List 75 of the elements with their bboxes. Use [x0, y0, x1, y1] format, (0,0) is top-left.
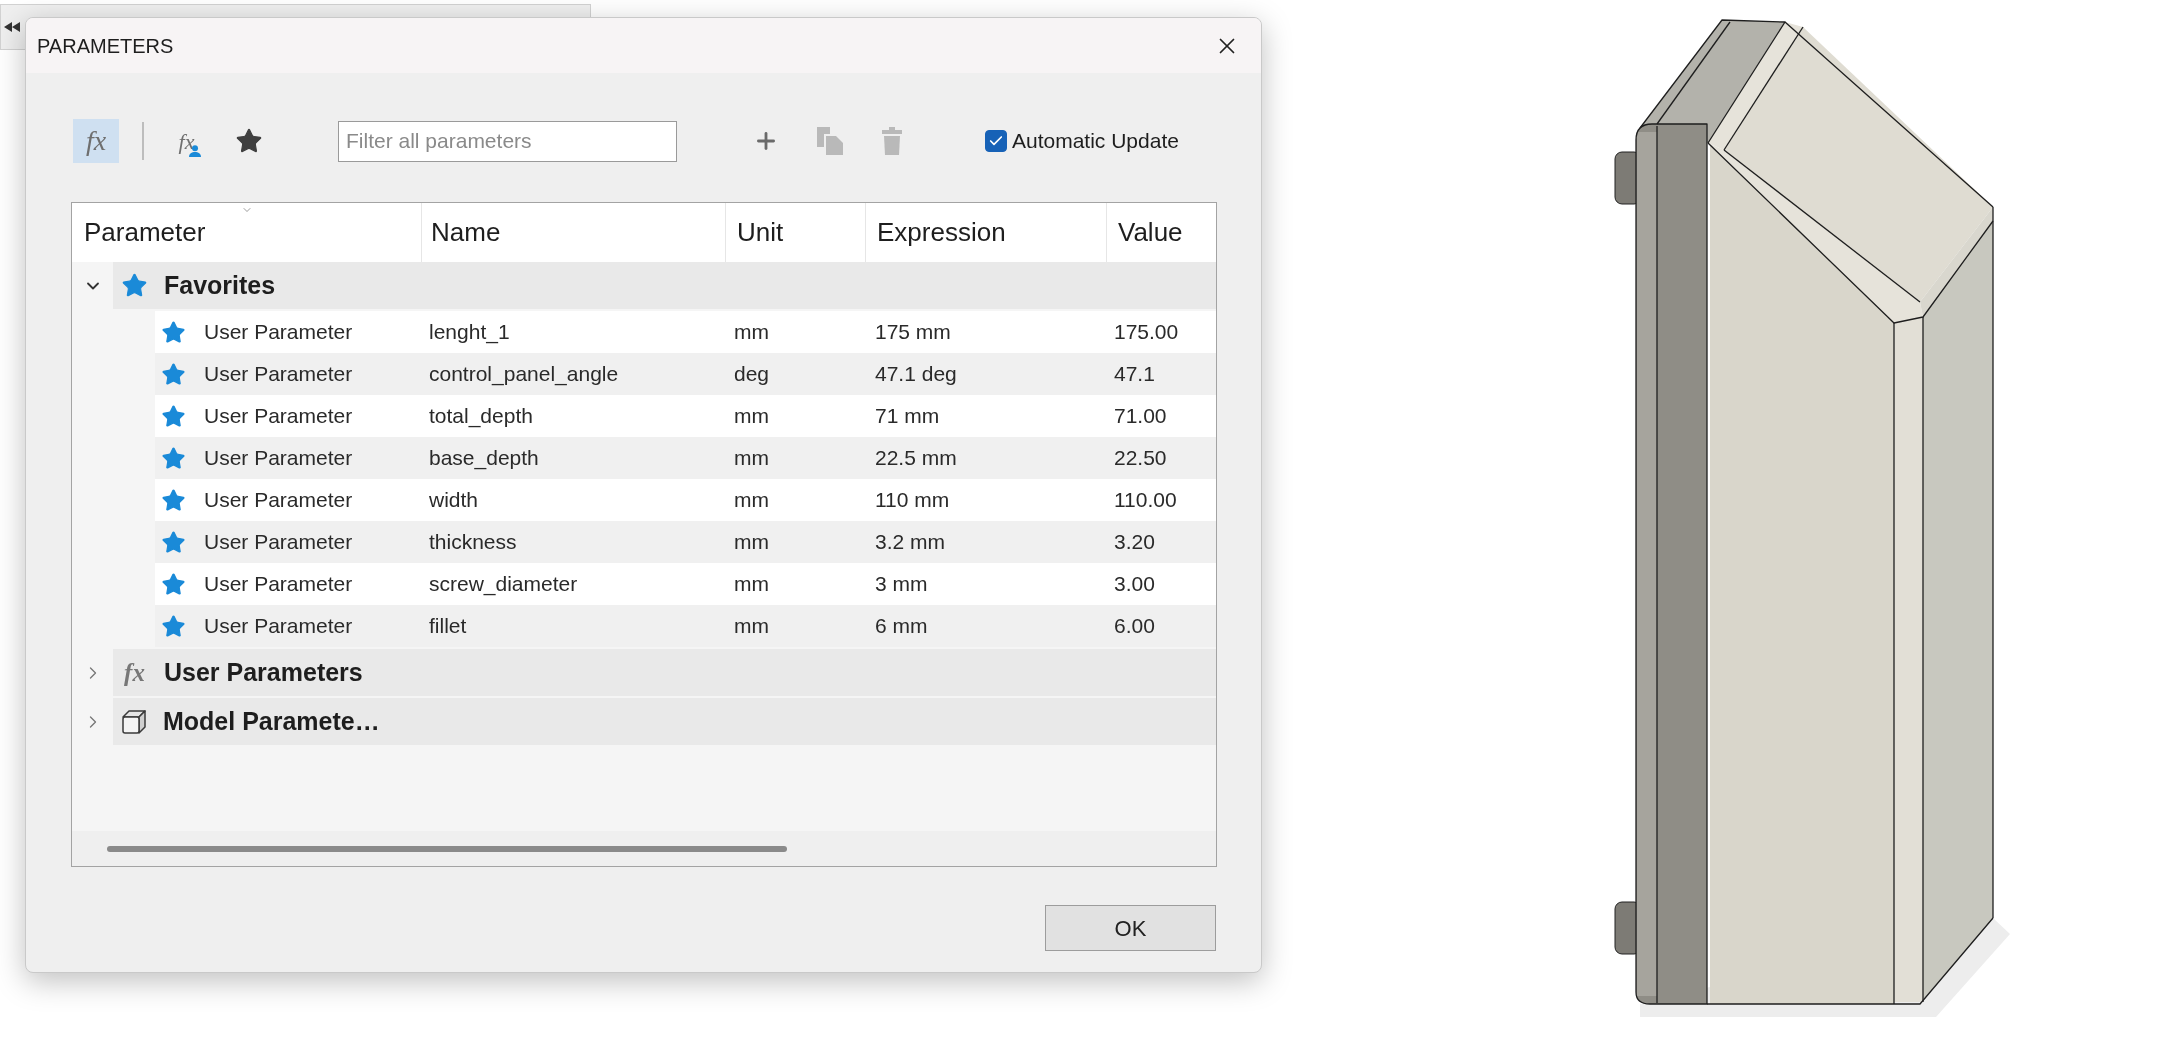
table-row[interactable]: User Parameter total_depth mm 71 mm 71.00 [155, 395, 1216, 437]
table-cell: 47.1 [1114, 362, 1155, 386]
table-cell: control_panel_angle [429, 362, 619, 386]
star-icon [235, 127, 263, 155]
window-title: PARAMETERS [37, 33, 174, 59]
table-cell: mm [734, 530, 769, 554]
table-row[interactable]: User Parameter width mm 110 mm 110.00 [155, 479, 1216, 521]
table-cell-text: User Parameter [204, 403, 353, 430]
table-cell: 22.5 mm [875, 446, 957, 470]
table-cell: thickness [429, 530, 517, 554]
table-cell: 3.2 mm [875, 530, 945, 554]
table-cell: mm [734, 572, 769, 596]
table-cell-text: User Parameter [204, 445, 353, 472]
table-cell: 3 mm [875, 572, 928, 596]
table-cell: screw_diameter [429, 572, 578, 596]
tree-group-row[interactable]: fx User Parameters [113, 649, 1216, 696]
table-cell-text: User Parameter [204, 613, 353, 640]
table-cell: total_depth [429, 404, 533, 428]
table-cell: 175.00 [1114, 320, 1179, 344]
table-cell: lenght_1 [429, 320, 510, 344]
table-row[interactable]: User Parameter control_panel_angle deg 47.1 deg 47.1 [155, 353, 1216, 395]
table-cell: 6.00 [1114, 614, 1155, 638]
table-cell: mm [734, 320, 769, 344]
table-cell-text: User Parameter [204, 487, 353, 514]
table-cell: 22.50 [1114, 446, 1167, 470]
star-icon[interactable] [161, 319, 186, 345]
table-cell: 110.00 [1114, 488, 1177, 512]
table-cell: mm [734, 446, 769, 470]
table-cell: deg [734, 362, 770, 386]
table-cell: 47.1 deg [875, 362, 957, 386]
table-cell: 6 mm [875, 614, 928, 638]
copy-icon [817, 127, 843, 155]
table-row[interactable]: User Parameter lenght_1 mm 175 mm 175.00 [155, 311, 1216, 353]
star-icon[interactable] [161, 613, 186, 639]
column-header[interactable]: Value [1107, 203, 1216, 262]
table-cell: mm [734, 488, 769, 512]
fx-view-button[interactable]: fx [73, 119, 119, 163]
rewind-icon[interactable] [4, 22, 20, 32]
table-cell: 3.00 [1114, 572, 1155, 596]
table-cell: 71 mm [875, 404, 940, 428]
table-cell: 175 mm [875, 320, 951, 344]
fx-symbol: fx [123, 660, 146, 685]
table-cell: mm [734, 404, 769, 428]
table-cell: 3.20 [1114, 530, 1155, 554]
table-row[interactable]: User Parameter screw_diameter mm 3 mm 3.00 [155, 563, 1216, 605]
checkbox[interactable] [985, 130, 1007, 152]
star-icon[interactable] [161, 529, 186, 555]
table-cell: width [429, 488, 479, 512]
table-row[interactable]: User Parameter fillet mm 6 mm 6.00 [155, 605, 1216, 647]
tree-group-row[interactable]: Model Paramete… [113, 698, 1216, 745]
star-icon [121, 272, 148, 299]
table-cell: fillet [429, 614, 467, 638]
table-cell-text: User Parameter [204, 529, 353, 556]
star-icon[interactable] [161, 571, 186, 597]
ok-button[interactable]: OK [1045, 905, 1216, 951]
table-cell-text: User Parameter [204, 571, 353, 598]
table-cell-text: User Parameter [204, 361, 353, 388]
star-icon[interactable] [161, 361, 186, 387]
star-icon[interactable] [161, 445, 186, 471]
tree-group-row[interactable]: Favorites [113, 262, 1216, 309]
table-cell: mm [734, 614, 769, 638]
table-cell: 110 mm [875, 488, 950, 512]
filter-field[interactable]: Filter all parameters [338, 120, 677, 162]
user-fx-view-button[interactable]: fx [172, 119, 208, 163]
table-row[interactable]: User Parameter thickness mm 3.2 mm 3.20 [155, 521, 1216, 563]
table-cell: 71.00 [1114, 404, 1167, 428]
star-icon[interactable] [161, 487, 186, 513]
table-cell-text: User Parameter [204, 319, 353, 346]
star-icon[interactable] [161, 403, 186, 429]
scrollbar-thumb[interactable] [107, 845, 787, 852]
table-cell: base_depth [429, 446, 539, 470]
cube-icon [121, 708, 147, 735]
trash-icon [881, 127, 903, 155]
checkbox-label[interactable]: Automatic Update [1012, 125, 1179, 157]
table-row[interactable]: User Parameter base_depth mm 22.5 mm 22.50 [155, 437, 1216, 479]
